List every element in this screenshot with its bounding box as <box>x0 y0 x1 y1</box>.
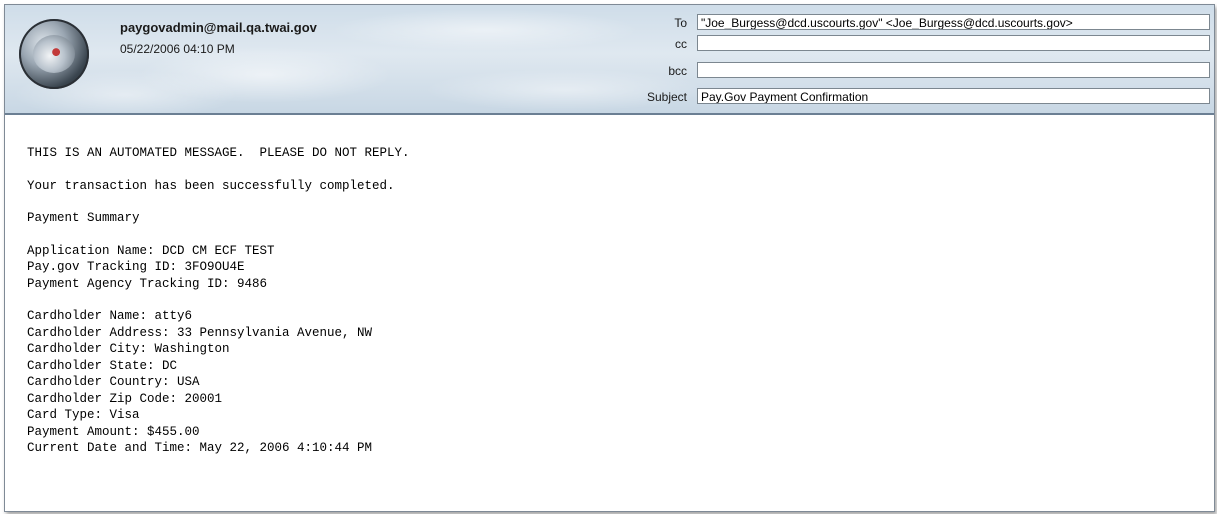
bcc-label: bcc <box>668 64 687 78</box>
cardholder-city: Cardholder City: Washington <box>27 342 230 356</box>
subject-field[interactable]: Pay.Gov Payment Confirmation <box>697 88 1210 104</box>
agency-tracking-id: Payment Agency Tracking ID: 9486 <box>27 276 268 291</box>
sender-address: paygovadmin@mail.qa.twai.gov <box>120 20 317 35</box>
message-body: THIS IS AN AUTOMATED MESSAGE. PLEASE DO … <box>27 145 410 457</box>
application-name: Application Name: DCD CM ECF TEST <box>27 243 275 258</box>
current-datetime: Current Date and Time: May 22, 2006 4:10… <box>27 441 373 455</box>
cardholder-zip: Cardholder Zip Code: 20001 <box>27 391 223 406</box>
email-window: paygovadmin@mail.qa.twai.gov 05/22/2006 … <box>4 4 1215 512</box>
cardholder-address: Cardholder Address: 33 Pennsylvania Aven… <box>27 325 373 340</box>
globe-icon <box>33 35 75 73</box>
sent-date: 05/22/2006 04:10 PM <box>120 42 235 56</box>
card-type: Card Type: Visa <box>27 408 140 422</box>
email-header: paygovadmin@mail.qa.twai.gov 05/22/2006 … <box>5 5 1214 115</box>
bcc-row: bcc <box>605 62 1214 80</box>
cc-label: cc <box>675 37 687 51</box>
summary-heading: Payment Summary <box>27 211 140 225</box>
cardholder-name: Cardholder Name: atty6 <box>27 309 193 323</box>
subject-row: Subject Pay.Gov Payment Confirmation <box>605 88 1214 106</box>
to-row: To "Joe_Burgess@dcd.uscourts.gov" <Joe_B… <box>605 14 1214 32</box>
bcc-field[interactable] <box>697 62 1210 78</box>
payment-amount: Payment Amount: $455.00 <box>27 424 200 439</box>
cc-row: cc <box>605 35 1214 53</box>
subject-label: Subject <box>646 90 687 104</box>
to-label: To <box>674 16 687 30</box>
automated-notice: THIS IS AN AUTOMATED MESSAGE. PLEASE DO … <box>27 146 410 160</box>
to-field[interactable]: "Joe_Burgess@dcd.uscourts.gov" <Joe_Burg… <box>697 14 1210 30</box>
cardholder-country: Cardholder Country: USA <box>27 375 200 389</box>
completion-text: Your transaction has been successfully c… <box>27 178 395 193</box>
paygov-tracking-id: Pay.gov Tracking ID: 3FO9OU4E <box>27 260 245 274</box>
sender-avatar <box>19 19 89 89</box>
cc-field[interactable] <box>697 35 1210 51</box>
cardholder-state: Cardholder State: DC <box>27 358 178 373</box>
